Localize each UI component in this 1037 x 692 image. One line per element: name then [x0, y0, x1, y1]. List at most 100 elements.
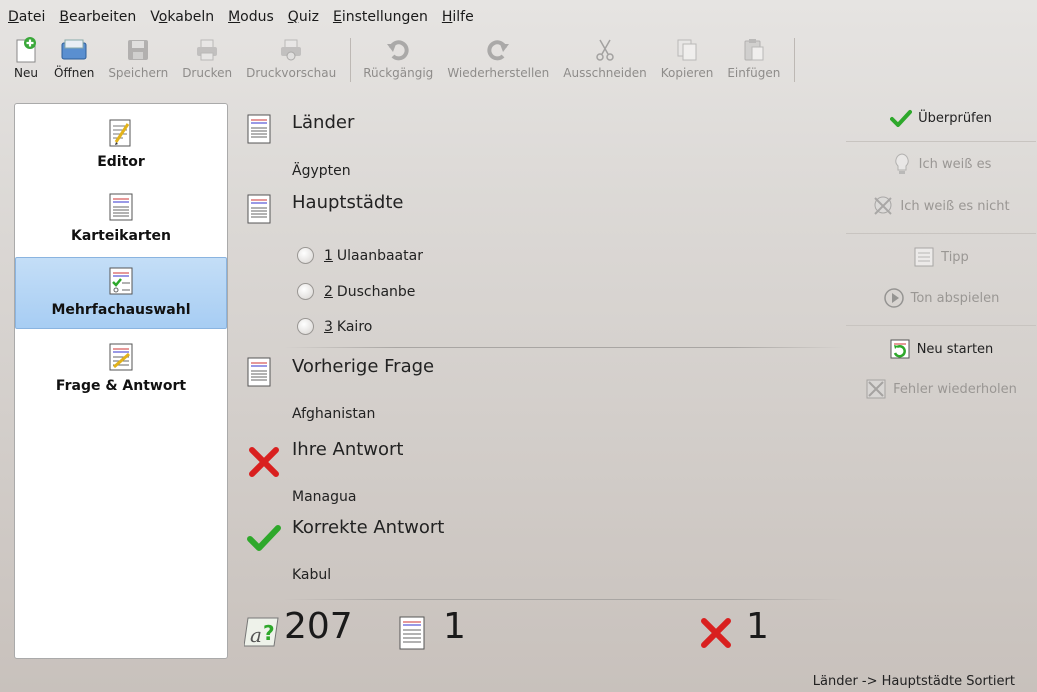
menu-quiz-rest: uiz [298, 9, 319, 25]
scissors-icon [591, 36, 619, 64]
menu-datei[interactable]: Datei [8, 9, 45, 25]
know-button[interactable]: Ich weiß es [846, 149, 1036, 179]
menu-modus-accel: M [228, 9, 241, 25]
menu-einstellungen[interactable]: Einstellungen [333, 9, 428, 25]
sidebar-item-karteikarten[interactable]: Karteikarten [15, 184, 227, 256]
answered-card-icon [399, 616, 425, 650]
menu-bar: Datei Bearbeiten Vokabeln Modus Quiz Ein… [0, 0, 1037, 34]
remaining-questions-icon: a? [244, 617, 279, 647]
toolbar: Neu Öffnen Speichern Drucken Druckvorsch… [0, 36, 1037, 98]
print-button[interactable]: Drucken [182, 36, 232, 80]
sidebar-item-editor[interactable]: Editor [15, 110, 227, 182]
open-button-label: Öffnen [54, 66, 95, 80]
choice-1-radio[interactable] [297, 247, 314, 264]
sidebar-item-editor-label: Editor [97, 154, 145, 170]
save-button[interactable]: Speichern [108, 36, 168, 80]
choice-3-radio[interactable] [297, 318, 314, 335]
restart-button[interactable]: Neu starten [846, 334, 1036, 364]
answer-header: Hauptstädte [292, 192, 404, 213]
cut-button[interactable]: Ausschneiden [563, 36, 647, 80]
save-button-label: Speichern [108, 66, 169, 80]
paste-button[interactable]: Einfügen [727, 36, 780, 80]
print-preview-button-label: Druckvorschau [246, 66, 337, 80]
choice-1-text: Ulaanbaatar [336, 247, 423, 264]
sidebar-item-mehrfachauswahl[interactable]: Mehrfachauswahl [15, 257, 227, 329]
wrong-answer-icon [249, 447, 279, 477]
errors-count: 1 [746, 606, 769, 647]
question-answer-icon [109, 343, 133, 371]
previous-card-icon [247, 357, 271, 387]
choice-3[interactable]: 3 Kairo [297, 318, 372, 335]
menu-vokabeln[interactable]: Vokabeln [150, 9, 214, 25]
hint-button-label: Tipp [941, 249, 969, 265]
redo-button-label: Wiederherstellen [447, 66, 550, 80]
remaining-count: 207 [284, 606, 353, 647]
copy-button-label: Kopieren [660, 66, 714, 80]
menu-datei-rest: atei [18, 9, 46, 25]
save-icon [124, 36, 152, 64]
menu-bearbeiten[interactable]: Bearbeiten [59, 9, 136, 25]
play-icon [883, 287, 905, 309]
correct-answer-icon [247, 525, 281, 551]
dont-know-button[interactable]: Ich weiß es nicht [846, 191, 1036, 221]
menu-datei-accel: D [8, 9, 19, 25]
hint-icon [913, 246, 935, 268]
panel-separator-3 [846, 325, 1036, 326]
correct-answer-header: Korrekte Antwort [292, 517, 445, 538]
question-header: Länder [292, 112, 355, 133]
divider [284, 347, 844, 348]
sidebar-item-mehrfachauswahl-label: Mehrfachauswahl [51, 302, 191, 318]
play-sound-button-label: Ton abspielen [910, 290, 1000, 306]
new-document-icon [12, 36, 40, 64]
new-button-label: Neu [14, 66, 38, 80]
panel-separator-2 [846, 233, 1036, 234]
choice-1[interactable]: 1 Ulaanbaatar [297, 247, 423, 264]
repeat-errors-button-label: Fehler wiederholen [893, 381, 1017, 397]
menu-einstellungen-accel: E [332, 9, 342, 25]
toolbar-separator-end [794, 38, 796, 82]
menu-einstellungen-rest: instellungen [341, 9, 428, 25]
hint-button[interactable]: Tipp [846, 242, 1036, 272]
your-answer-value: Managua [292, 489, 357, 505]
undo-button-label: Rückgängig [363, 66, 434, 80]
choice-2[interactable]: 2 Duschanbe [297, 283, 415, 300]
menu-bearbeiten-rest: earbeiten [68, 9, 137, 25]
restart-icon [889, 338, 911, 360]
menu-modus-rest: odus [240, 9, 274, 25]
restart-button-label: Neu starten [916, 341, 994, 357]
multiple-choice-icon [109, 267, 133, 295]
toolbar-separator [350, 38, 352, 82]
choice-1-number: 1 [324, 247, 333, 264]
redo-icon [484, 36, 512, 64]
your-answer-header: Ihre Antwort [292, 439, 404, 460]
copy-button[interactable]: Kopieren [660, 36, 714, 80]
editor-icon [109, 119, 131, 147]
menu-quiz-accel: Q [287, 9, 299, 25]
svg-text:?: ? [263, 621, 275, 645]
print-preview-button[interactable]: Druckvorschau [246, 36, 336, 80]
new-button[interactable]: Neu [12, 36, 40, 80]
menu-hilfe[interactable]: Hilfe [442, 9, 474, 25]
lightbulb-icon [891, 153, 913, 175]
redo-button[interactable]: Wiederherstellen [447, 36, 549, 80]
svg-text:a: a [250, 623, 262, 647]
flashcards-icon [109, 193, 133, 221]
menu-modus[interactable]: Modus [228, 9, 274, 25]
undo-button[interactable]: Rückgängig [363, 36, 433, 80]
print-button-label: Drucken [182, 66, 233, 80]
sidebar-item-frage-antwort[interactable]: Frage & Antwort [15, 334, 227, 406]
menu-vokabeln-rest: kabeln [167, 9, 215, 25]
repeat-errors-button[interactable]: Fehler wiederholen [846, 374, 1036, 404]
choice-2-radio[interactable] [297, 283, 314, 300]
action-panel: Überprüfen Ich weiß es Ich weiß es nicht… [846, 103, 1036, 423]
answered-count: 1 [443, 606, 466, 647]
open-button[interactable]: Öffnen [54, 36, 94, 80]
repeat-errors-icon [865, 378, 887, 400]
play-sound-button[interactable]: Ton abspielen [846, 283, 1036, 313]
status-text: Länder -> Hauptstädte Sortiert [812, 674, 1015, 689]
menu-quiz[interactable]: Quiz [288, 9, 319, 25]
know-button-label: Ich weiß es [918, 156, 992, 172]
dont-know-button-label: Ich weiß es nicht [900, 198, 1010, 214]
check-button[interactable]: Überprüfen [846, 103, 1036, 133]
choice-2-text: Duschanbe [336, 283, 416, 300]
